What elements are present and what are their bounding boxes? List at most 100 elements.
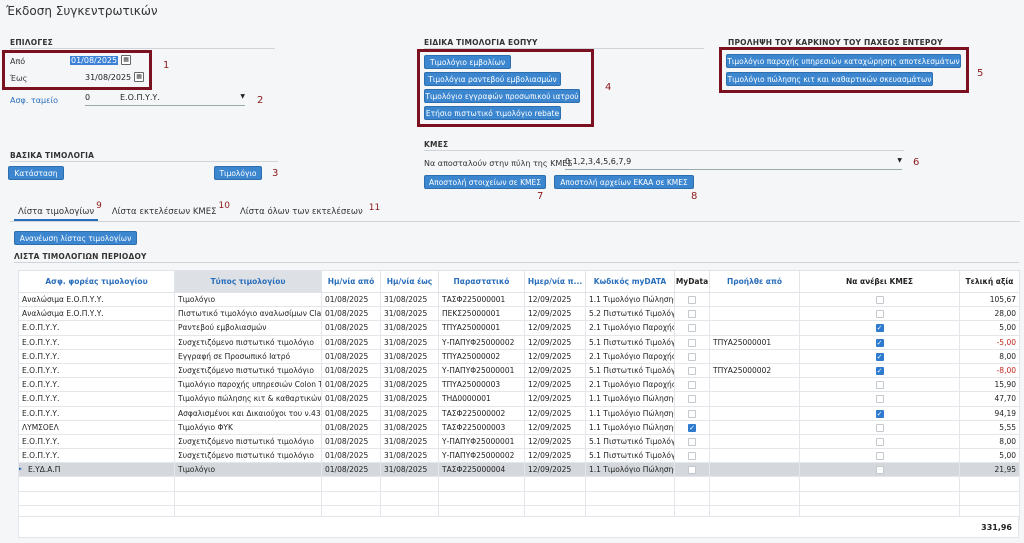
table-row[interactable]: Ε.Ο.Π.Υ.Υ. Ραντεβού εμβολιασμών 01/08/2025…: [18, 320, 1020, 336]
cancer-heading: ΠΡΟΛΗΨΗ ΤΟΥ ΚΑΡΚΙΝΟΥ ΤΟΥ ΠΑΧΕΟΣ ΕΝΤΕΡΟΥ: [728, 38, 943, 47]
annual-rebate-credit-button[interactable]: Ετήσιο πιστωτικό τιμολόγιο rebate: [424, 106, 561, 120]
col-header-upload-kmes[interactable]: Να ανέβει ΚΜΕΣ: [799, 270, 960, 293]
invoice-button[interactable]: Τιμολόγιο: [214, 166, 262, 180]
table-row[interactable]: [18, 490, 1020, 506]
upload-kmes-checkbox[interactable]: [875, 466, 884, 475]
status-button[interactable]: Κατάσταση: [8, 166, 64, 180]
mydata-checkbox[interactable]: [688, 324, 696, 333]
mydata-checkbox[interactable]: [688, 437, 696, 446]
vaccination-appointments-button[interactable]: Τιμολόγια ραντεβού εμβολιασμών: [424, 72, 561, 86]
col-header-mydata[interactable]: MyData: [674, 270, 710, 293]
tab-kmes-executions[interactable]: Λίστα εκτελέσεων ΚΜΕΣ: [108, 205, 221, 219]
mydata-checkbox[interactable]: [688, 466, 696, 475]
refresh-invoice-list-button[interactable]: Ανανέωση λίστας τιμολογίων: [14, 231, 137, 245]
table-cell: Ασφαλισμένοι και Δικαιούχοι του ν.4368: [174, 405, 322, 421]
tab-invoice-list[interactable]: Λίστα τιμολογίων: [14, 205, 99, 221]
col-header-invoice-type[interactable]: Τύπος τιμολογίου: [174, 270, 322, 293]
upload-kmes-checkbox[interactable]: ✓: [875, 338, 884, 347]
table-cell: Αναλώσιμα Ε.Ο.Π.Υ.Υ.: [18, 306, 175, 322]
col-header-issue-date[interactable]: Ημερ/νία π...: [524, 270, 586, 293]
table-row[interactable]: Ε.Ο.Π.Υ.Υ. Ασφαλισμένοι και Δικαιούχοι το…: [18, 405, 1020, 421]
table-cell: ✓: [799, 334, 960, 350]
upload-kmes-checkbox[interactable]: [875, 381, 884, 390]
col-header-fund[interactable]: Ασφ. φορέας τιμολογίου: [18, 270, 175, 293]
chevron-down-icon[interactable]: ▼: [897, 157, 902, 169]
table-cell: [674, 306, 710, 322]
tab-all-executions[interactable]: Λίστα όλων των εκτελέσεων: [236, 205, 367, 219]
table-row[interactable]: Αναλώσιμα Ε.Ο.Π.Υ.Υ. Τιμολόγιο 01/08/2025 3…: [18, 291, 1020, 308]
chevron-down-icon[interactable]: ▼: [240, 93, 245, 105]
mydata-checkbox[interactable]: [688, 310, 696, 319]
from-date-field[interactable]: 01/08/2025 ▦: [70, 55, 132, 65]
table-cell: Ε.Ο.Π.Υ.Υ.: [18, 362, 175, 379]
mydata-checkbox[interactable]: ✓: [688, 423, 696, 432]
kit-sales-invoice-button[interactable]: Τιμολόγιο πώλησης κιτ και καθαρτικών σκε…: [726, 72, 933, 86]
mydata-checkbox[interactable]: [688, 352, 696, 361]
table-row[interactable]: Ε.Ο.Π.Υ.Υ. Συσχετιζόμενο πιστωτικό τιμολό…: [18, 433, 1020, 450]
to-date-field[interactable]: 31/08/2025 ▦: [85, 72, 145, 82]
options-divider: [10, 48, 275, 49]
table-cell: [674, 433, 710, 450]
col-header-mydata-code[interactable]: Κωδικός myDATA: [585, 270, 675, 293]
table-cell: 1.1 Τιμολόγιο Πώλησης: [585, 291, 675, 308]
upload-kmes-checkbox[interactable]: [875, 296, 884, 305]
results-registration-invoice-button[interactable]: Τιμολόγιο παροχής υπηρεσιών καταχώρησης …: [726, 54, 961, 68]
table-cell: Συσχετιζόμενο πιστωτικό τιμολόγιο: [174, 433, 322, 450]
table-cell: [799, 291, 960, 308]
send-data-kmes-button[interactable]: Αποστολή στοιχείων σε ΚΜΕΣ: [424, 175, 546, 189]
col-header-document[interactable]: Παραστατικό: [438, 270, 525, 293]
upload-kmes-checkbox[interactable]: [875, 310, 884, 319]
to-date-value[interactable]: 31/08/2025: [85, 73, 131, 82]
table-row[interactable]: Ε.Ο.Π.Υ.Υ. Συσχετιζόμενο πιστωτικό τιμολό…: [18, 448, 1020, 464]
table-row[interactable]: [18, 476, 1020, 492]
table-cell: ΤΑΣΦ225000001: [438, 291, 525, 308]
col-header-date-to[interactable]: Ημ/νία έως: [380, 270, 439, 293]
table-row[interactable]: Ε.ΥΔ.Α.Π▸Τιμολόγιο01/08/202531/08/2025ΤΑ…: [18, 462, 1020, 478]
fund-dropdown[interactable]: 0 Ε.Ο.Π.Υ.Υ. ▼: [85, 93, 245, 106]
calendar-icon[interactable]: ▦: [134, 72, 145, 82]
table-cell: [380, 476, 439, 492]
table-row[interactable]: Ε.Ο.Π.Υ.Υ. Εγγραφή σε Προσωπικό Ιατρό 01/0…: [18, 348, 1020, 364]
mydata-checkbox[interactable]: [688, 409, 696, 418]
upload-kmes-checkbox[interactable]: [875, 452, 884, 461]
vaccines-invoice-button[interactable]: Τιμολόγιο εμβολίων: [424, 55, 511, 69]
upload-kmes-checkbox[interactable]: ✓: [875, 409, 884, 418]
upload-kmes-checkbox[interactable]: [875, 395, 884, 404]
upload-kmes-checkbox[interactable]: ✓: [875, 352, 884, 361]
table-cell: Αναλώσιμα Ε.Ο.Π.Υ.Υ.: [18, 291, 175, 308]
personal-doctor-registrations-button[interactable]: Τιμολόγιο εγγραφών προσωπικού ιατρού: [424, 89, 580, 103]
table-cell: 5.1 Πιστωτικό Τιμολόγ: [585, 433, 675, 450]
col-header-origin[interactable]: Προήλθε από: [709, 270, 800, 293]
table-cell: 01/08/2025: [321, 348, 381, 364]
mydata-checkbox[interactable]: [688, 367, 696, 376]
kmes-send-dropdown[interactable]: 0,1,2,3,4,5,6,7,9 ▼: [565, 157, 902, 170]
table-cell: 12/09/2025: [524, 320, 586, 336]
upload-kmes-checkbox[interactable]: [875, 437, 884, 446]
send-files-kmes-button[interactable]: Αποστολή αρχείων ΕΚΑΑ σε ΚΜΕΣ: [554, 175, 694, 189]
table-row[interactable]: ΛΥΜΣΟΕΛ Τιμολόγιο ΦΥΚ 01/08/2025 31/08/2025…: [18, 419, 1020, 435]
table-row[interactable]: Αναλώσιμα Ε.Ο.Π.Υ.Υ. Πιστωτικό τιμολόγιο …: [18, 306, 1020, 322]
upload-kmes-checkbox[interactable]: ✓: [875, 324, 884, 333]
table-footer: 331,96: [18, 516, 1019, 538]
table-cell: [174, 476, 322, 492]
mydata-checkbox[interactable]: [688, 296, 696, 305]
calendar-icon[interactable]: ▦: [121, 55, 132, 65]
table-row[interactable]: Ε.Ο.Π.Υ.Υ. Τιμολόγιο παροχής υπηρεσιών Co…: [18, 377, 1020, 393]
mydata-checkbox[interactable]: [688, 395, 696, 404]
from-date-value[interactable]: 01/08/2025: [70, 55, 119, 65]
upload-kmes-checkbox[interactable]: [875, 423, 884, 432]
table-cell: 01/08/2025: [321, 405, 381, 421]
table-row[interactable]: Ε.Ο.Π.Υ.Υ. Τιμολόγιο πώλησης κιτ & καθαρτ…: [18, 391, 1020, 407]
table-cell: 31/08/2025: [380, 306, 439, 322]
table-cell: Συσχετιζόμενο πιστωτικό τιμολόγιο: [174, 362, 322, 379]
mydata-checkbox[interactable]: [688, 381, 696, 390]
mydata-checkbox[interactable]: [688, 452, 696, 461]
table-row[interactable]: Ε.Ο.Π.Υ.Υ. Συσχετιζόμενο πιστωτικό τιμολό…: [18, 362, 1020, 379]
col-header-final-value[interactable]: Τελική αξία: [959, 270, 1020, 293]
table-cell: Ε.ΥΔ.Α.Π▸: [18, 462, 175, 478]
table-row[interactable]: Ε.Ο.Π.Υ.Υ. Συσχετιζόμενο πιστωτικό τιμολό…: [18, 334, 1020, 350]
mydata-checkbox[interactable]: [688, 338, 696, 347]
upload-kmes-checkbox[interactable]: ✓: [875, 367, 884, 376]
col-header-date-from[interactable]: Ημ/νία από: [321, 270, 381, 293]
table-cell: Τιμολόγιο παροχής υπηρεσιών Colon Te: [174, 377, 322, 393]
